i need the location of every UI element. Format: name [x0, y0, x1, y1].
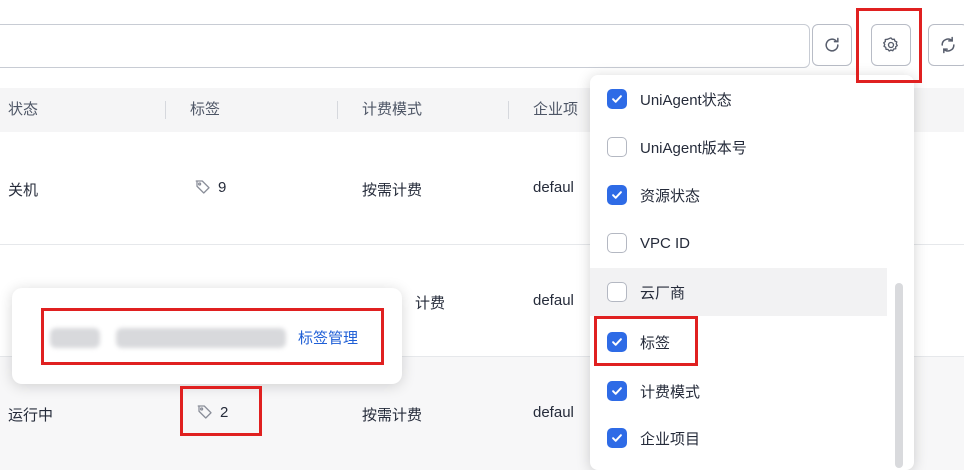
tag-icon: [195, 180, 210, 194]
column-option-label: 计费模式: [640, 383, 701, 401]
column-option-uniagent-status[interactable]: UniAgent状态: [590, 75, 887, 123]
cell-project: defaul: [533, 404, 574, 421]
refresh-icon: [825, 37, 839, 52]
column-option-label: UniAgent状态: [640, 91, 732, 109]
check-icon: [612, 434, 622, 442]
check-icon: [612, 338, 622, 346]
tag-management-link[interactable]: 标签管理: [298, 327, 358, 348]
header-divider[interactable]: [508, 101, 509, 119]
checkbox-checked[interactable]: [607, 428, 627, 448]
check-icon: [612, 95, 622, 103]
column-option-uniagent-version[interactable]: UniAgent版本号: [590, 123, 887, 171]
dropdown-scrollbar[interactable]: [895, 283, 903, 468]
tag-count-cell[interactable]: 2: [196, 403, 228, 421]
sync-button[interactable]: [928, 24, 964, 66]
cell-project: defaul: [533, 292, 574, 309]
tag-count: 9: [218, 178, 227, 196]
check-icon: [612, 387, 622, 395]
column-option-label: UniAgent版本号: [640, 139, 747, 157]
column-option-label: 资源状态: [640, 187, 701, 205]
column-option-enterprise-project[interactable]: 企业项目: [590, 414, 887, 462]
header-project[interactable]: 企业项: [533, 88, 578, 132]
blurred-tag: [116, 328, 286, 348]
column-option-billing-mode[interactable]: 计费模式: [590, 367, 887, 415]
tag-icon: [197, 405, 212, 419]
gear-icon: [883, 37, 898, 52]
column-option-label: VPC ID: [640, 234, 691, 252]
cell-project: defaul: [533, 179, 574, 196]
header-divider[interactable]: [337, 101, 338, 119]
search-input[interactable]: [0, 24, 810, 68]
checkbox-checked[interactable]: [607, 381, 627, 401]
header-tags[interactable]: 标签: [190, 88, 220, 132]
refresh-button[interactable]: [812, 24, 852, 66]
header-divider[interactable]: [165, 101, 166, 119]
checkbox-checked[interactable]: [607, 185, 627, 205]
tag-count-cell[interactable]: 9: [194, 178, 226, 196]
checkbox-unchecked[interactable]: [607, 233, 627, 253]
column-option-resource-status[interactable]: 资源状态: [590, 171, 887, 219]
checkbox-unchecked[interactable]: [607, 282, 627, 302]
header-status[interactable]: 状态: [8, 88, 38, 132]
column-option-cloud-vendor[interactable]: 云厂商: [590, 268, 887, 316]
header-billing[interactable]: 计费模式: [362, 88, 422, 132]
column-option-label: 标签: [640, 334, 671, 352]
cell-billing: 按需计费: [362, 182, 423, 199]
column-settings-button[interactable]: [871, 24, 911, 66]
checkbox-checked[interactable]: [607, 332, 627, 352]
blurred-tag: [50, 328, 100, 348]
cell-billing: 按需计费: [362, 407, 423, 424]
check-icon: [612, 191, 622, 199]
checkbox-checked[interactable]: [607, 89, 627, 109]
cell-status: 运行中: [8, 407, 54, 424]
cell-billing: 计费: [415, 295, 446, 312]
cell-status: 关机: [8, 182, 39, 199]
column-option-vpc-id[interactable]: VPC ID: [590, 219, 887, 267]
column-option-tags[interactable]: 标签: [590, 318, 887, 366]
column-option-label: 企业项目: [640, 430, 701, 448]
checkbox-unchecked[interactable]: [607, 137, 627, 157]
sync-icon: [941, 36, 955, 54]
column-option-label: 云厂商: [640, 284, 686, 302]
tag-count: 2: [220, 403, 229, 421]
